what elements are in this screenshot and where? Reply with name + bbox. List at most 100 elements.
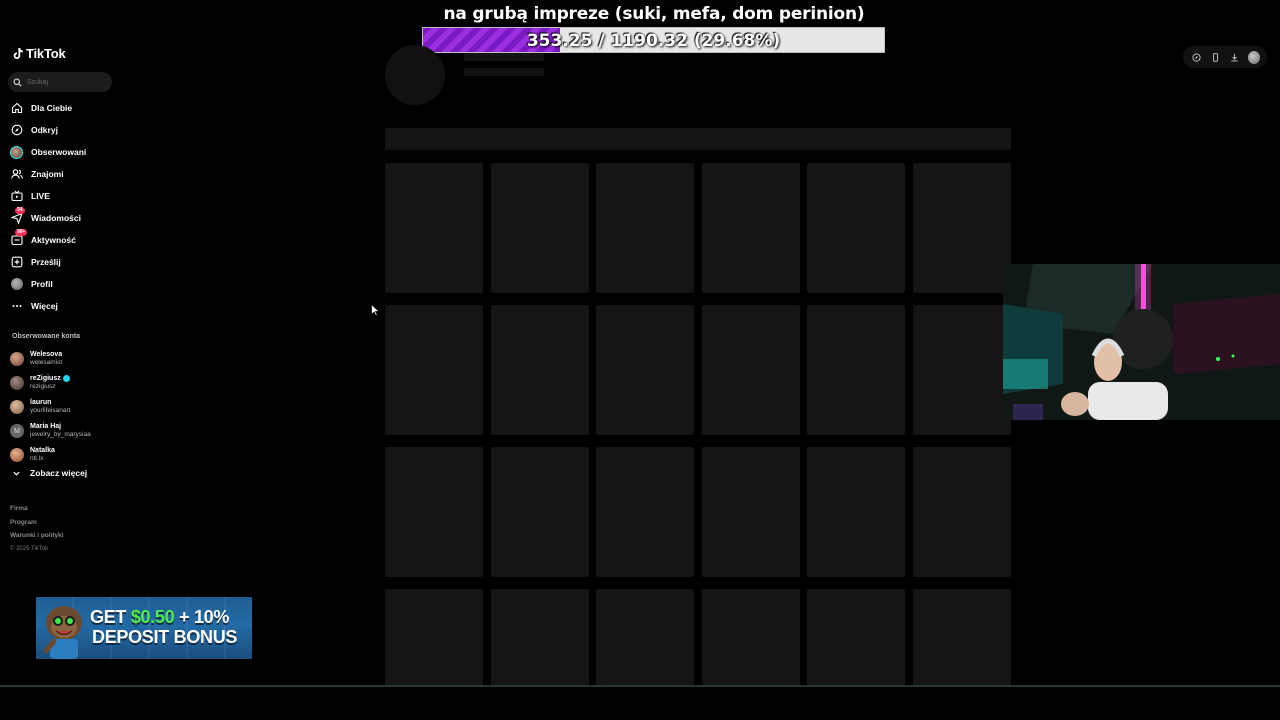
followed-accounts-title: Obserwowane konta (12, 333, 81, 340)
stream-goal-title: na grubą impreze (suki, mefa, dom perini… (443, 4, 865, 24)
avatar-icon[interactable] (1247, 50, 1260, 64)
followed-account[interactable]: reZigiusz rezigiusz (10, 371, 91, 395)
phone-icon[interactable] (1210, 51, 1222, 63)
nav-label: Dla Ciebie (31, 103, 73, 113)
nav-item-live[interactable]: LIVE (10, 185, 86, 207)
video-thumbnail-placeholder (912, 305, 1011, 435)
tiktok-logo[interactable]: TikTok (12, 46, 66, 61)
account-name: reZigiusz (30, 374, 61, 382)
account-username: ntl.lx (30, 455, 44, 462)
video-thumbnail-placeholder (807, 305, 906, 435)
video-thumbnail-placeholder (912, 447, 1011, 577)
more-icon (10, 300, 23, 313)
compass-icon (10, 124, 23, 137)
video-thumbnail-placeholder (596, 447, 695, 577)
followed-account[interactable]: M Maria Haj jewelry_by_marysiaa (10, 419, 91, 443)
account-name: laurun (30, 398, 52, 406)
mouse-cursor-icon (371, 304, 380, 316)
avatar (10, 448, 24, 462)
avatar (10, 376, 24, 390)
search-input[interactable] (27, 78, 107, 86)
followed-account[interactable]: Welesova welesamist (10, 347, 91, 371)
stream-goal-progress-text: 353.25 / 1190.32 (29.68%) (526, 31, 781, 51)
account-username: rezigiusz (30, 383, 56, 390)
video-thumbnail-placeholder (596, 589, 695, 685)
see-more-button[interactable]: Zobacz więcej (12, 468, 87, 478)
nav-label: Aktywność (31, 235, 76, 245)
nav-label: Znajomi (31, 169, 64, 179)
friends-icon (10, 168, 23, 181)
download-icon[interactable] (1229, 51, 1241, 63)
nav-label: Obserwowani (31, 147, 87, 157)
video-thumbnail-placeholder (807, 589, 906, 685)
nav-item-profile[interactable]: Profil (10, 273, 86, 295)
nav-label: Profil (31, 279, 53, 289)
live-icon (10, 190, 23, 203)
logo-text: TikTok (26, 46, 66, 61)
home-icon (10, 102, 23, 115)
nav-item-more[interactable]: Więcej (10, 295, 86, 317)
nav-item-explore[interactable]: Odkryj (10, 119, 86, 141)
footer-link-company[interactable]: Firma (10, 502, 64, 516)
chevron-down-icon (13, 471, 20, 476)
messages-badge: 54 (15, 206, 25, 214)
copyright-text: © 2025 TikTok (10, 545, 49, 552)
activity-badge: 99+ (15, 228, 28, 236)
ad-headline-suffix: + 10% (174, 607, 230, 627)
account-name-row: reZigiusz (30, 375, 70, 384)
followed-account[interactable]: laurun yourlifeisanart (10, 395, 91, 419)
nav-label: LIVE (31, 191, 50, 201)
avatar-icon (10, 145, 23, 159)
sidebar: TikTok Dla Ciebie Odkryj Obserwowani Zna… (0, 40, 120, 580)
search-box[interactable] (8, 72, 112, 92)
video-thumbnail-placeholder (912, 589, 1011, 685)
avatar (10, 352, 24, 366)
account-name: Maria Haj (30, 422, 62, 430)
bottom-divider (0, 685, 1280, 687)
footer-link-program[interactable]: Program (10, 516, 64, 530)
video-thumbnail-placeholder (385, 589, 483, 685)
avatar (10, 400, 24, 414)
profile-name-placeholder (464, 53, 544, 61)
search-icon (13, 78, 22, 87)
followed-account[interactable]: Natalka ntl.lx (10, 443, 91, 467)
see-more-label: Zobacz więcej (30, 468, 88, 478)
footer-link-terms[interactable]: Warunki i polityki (10, 529, 64, 543)
ad-headline: GET $0.50 + 10% (90, 607, 229, 628)
nav-item-messages[interactable]: 54 Wiadomości (10, 206, 86, 229)
profile-tabs-placeholder (385, 128, 1011, 150)
video-thumbnail-placeholder (807, 447, 906, 577)
compass-icon[interactable] (1191, 51, 1203, 63)
nav-item-activity[interactable]: 99+ Aktywność (10, 228, 86, 251)
video-thumbnail-placeholder (701, 589, 800, 685)
video-thumbnail-placeholder (385, 163, 483, 293)
nav-label: Odkryj (31, 125, 58, 135)
nav-item-upload[interactable]: Prześlij (10, 251, 86, 273)
video-thumbnail-placeholder (385, 447, 483, 577)
video-thumbnail-placeholder (701, 163, 800, 293)
video-thumbnail-placeholder (385, 305, 483, 435)
verified-icon (62, 375, 70, 383)
stream-goal-progress-bar: 353.25 / 1190.32 (29.68%) (422, 27, 885, 53)
account-username: yourlifeisanart (30, 407, 71, 414)
nav-item-following[interactable]: Obserwowani (10, 141, 86, 163)
video-thumbnail-placeholder (490, 163, 589, 293)
profile-icon (10, 278, 23, 291)
ad-headline-prefix: GET (90, 607, 131, 627)
messages-icon: 54 (10, 206, 25, 225)
streamer-webcam (1003, 264, 1280, 420)
account-username: jewelry_by_marysiaa (30, 431, 91, 438)
ad-headline-amount: $0.50 (130, 607, 175, 627)
deposit-bonus-ad-banner[interactable]: GET $0.50 + 10% DEPOSIT BONUS (36, 597, 252, 659)
top-right-toolbar (1183, 46, 1267, 68)
account-name: Natalka (30, 446, 55, 454)
nav-item-for-you[interactable]: Dla Ciebie (10, 97, 86, 119)
profile-avatar-placeholder (385, 45, 445, 105)
profile-username-placeholder (464, 68, 544, 76)
nav-label: Wiadomości (31, 213, 81, 223)
nav-item-friends[interactable]: Znajomi (10, 163, 86, 185)
video-thumbnail-placeholder (912, 163, 1011, 293)
nav-label: Więcej (31, 301, 58, 311)
monster-mascot-icon (43, 606, 82, 659)
video-grid (385, 163, 1011, 685)
